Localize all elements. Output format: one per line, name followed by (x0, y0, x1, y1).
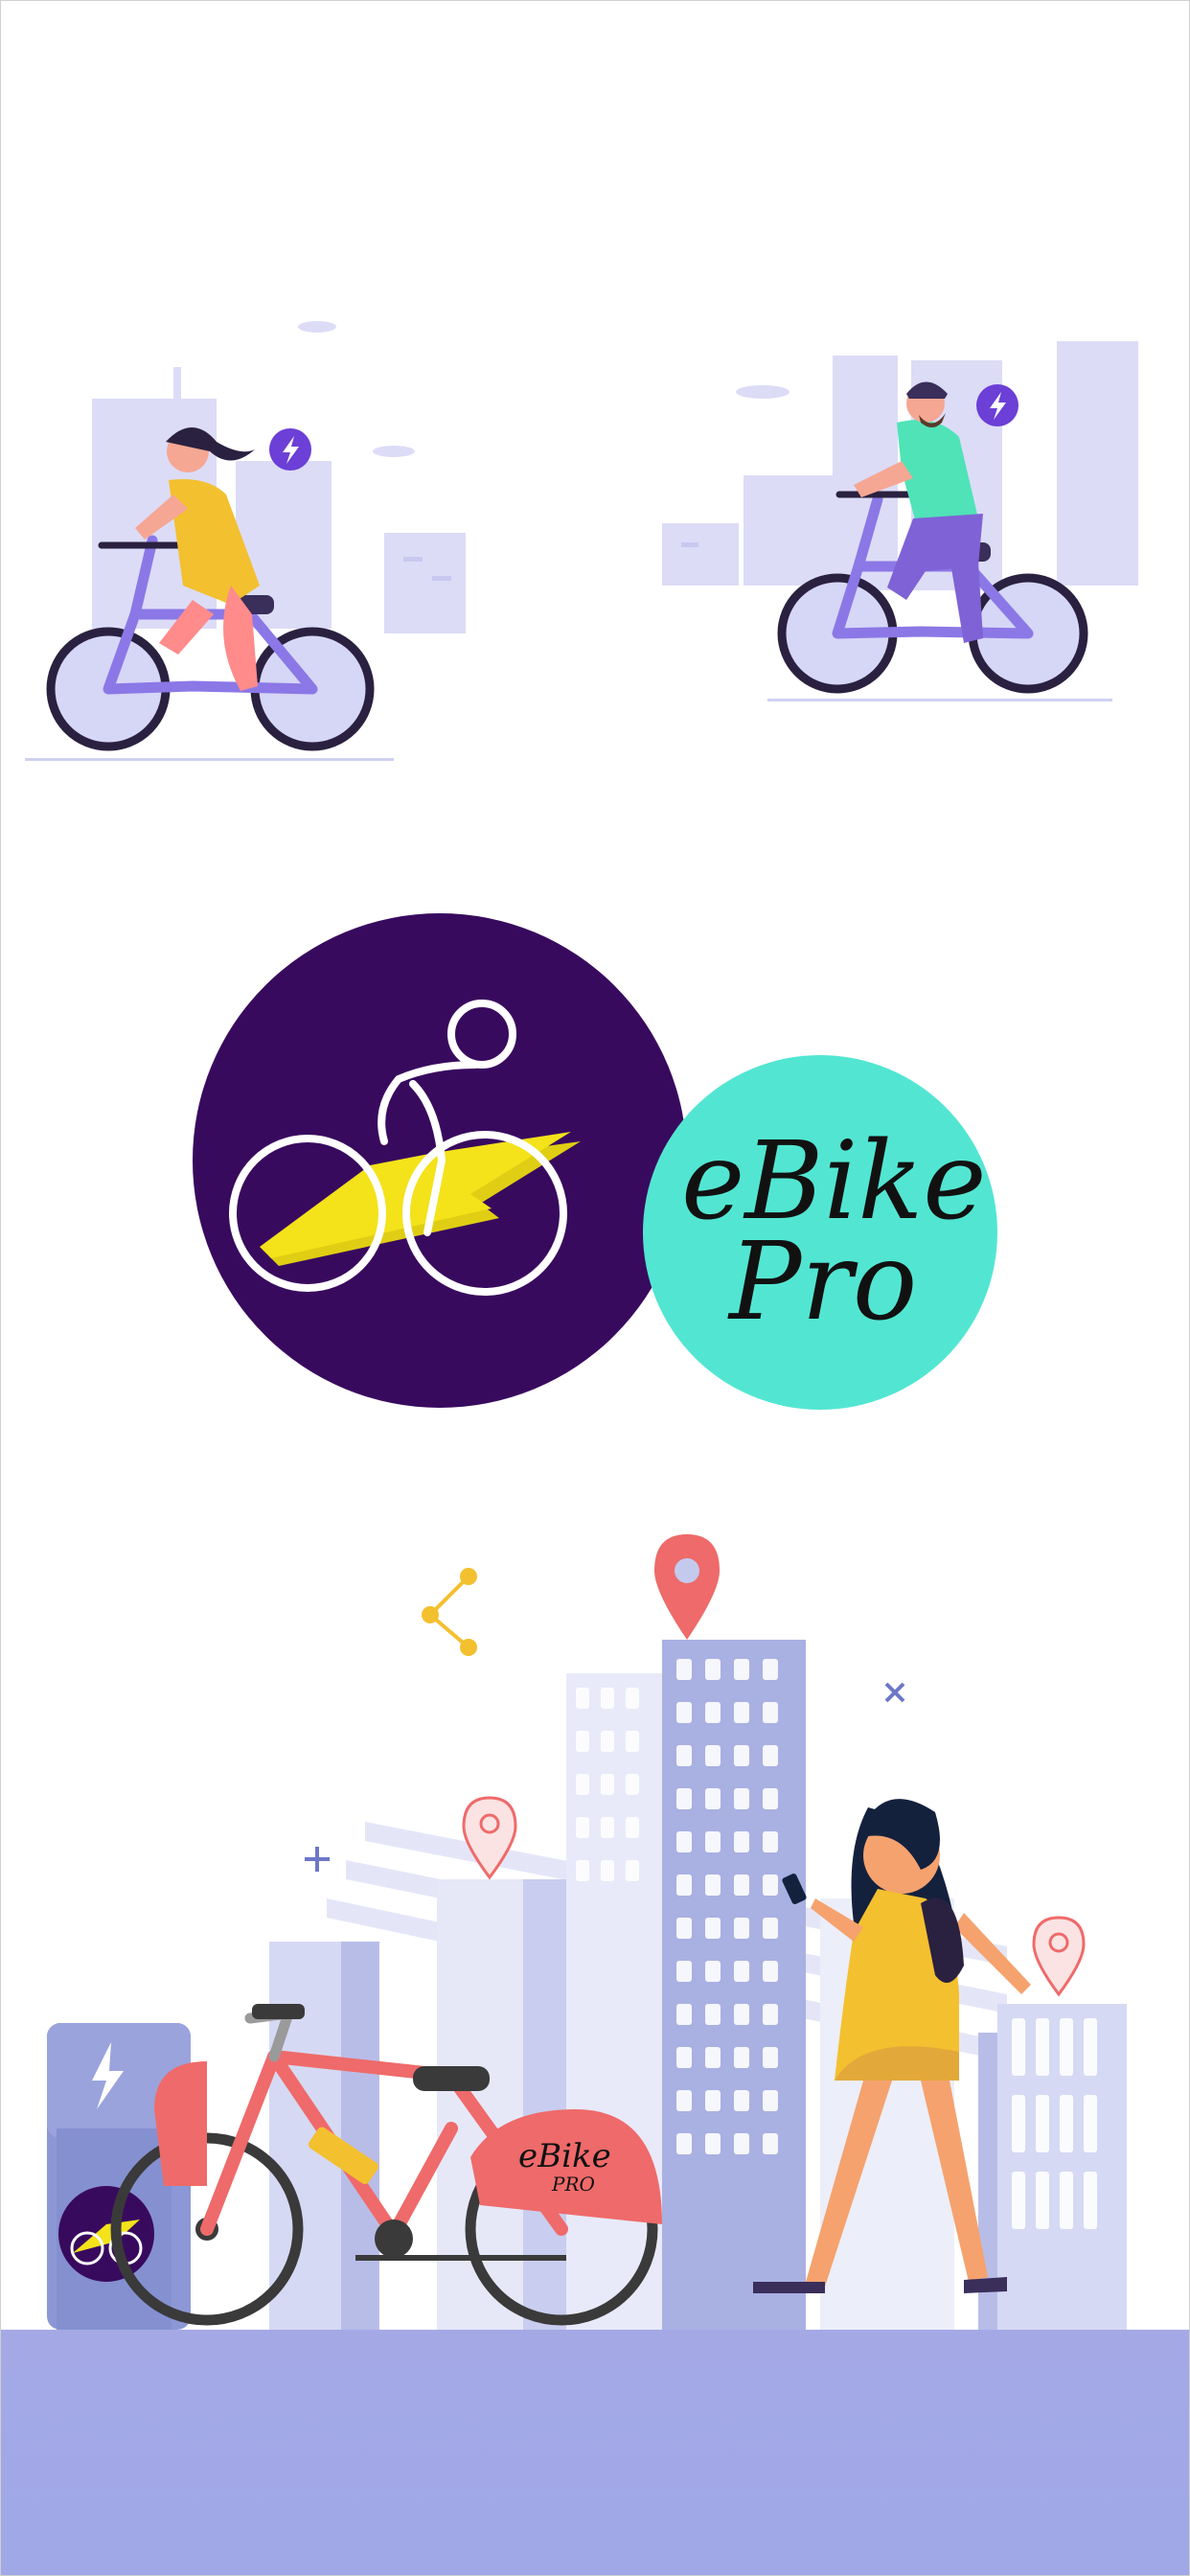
bike-badge-line2: PRO (551, 2173, 595, 2196)
share-icon (422, 1568, 477, 1656)
lightning-bolt-icon (976, 384, 1018, 426)
lightning-bolt-icon (269, 428, 311, 471)
logo-wordmark-line2: Pro (727, 1220, 917, 1345)
city-buildings-background (92, 367, 466, 633)
man-riding-bike-illustration (662, 341, 1138, 702)
map-pin-icon (654, 1534, 720, 1640)
cloud-icon (736, 385, 790, 399)
close-icon (884, 1682, 905, 1703)
plus-icon (305, 1847, 330, 1872)
city-bike-station-illustration: eBike PRO (47, 1534, 1127, 2330)
map-pin-icon (1032, 1916, 1086, 1997)
woman-riding-bike-illustration (25, 321, 466, 761)
bike-badge-line1: eBike (518, 2137, 611, 2175)
ground-band (1, 2330, 1189, 2575)
cloud-icon (298, 321, 415, 457)
splash-screen: eBike Pro eBike PRO (0, 0, 1190, 2576)
app-logo: eBike Pro (193, 913, 997, 1410)
